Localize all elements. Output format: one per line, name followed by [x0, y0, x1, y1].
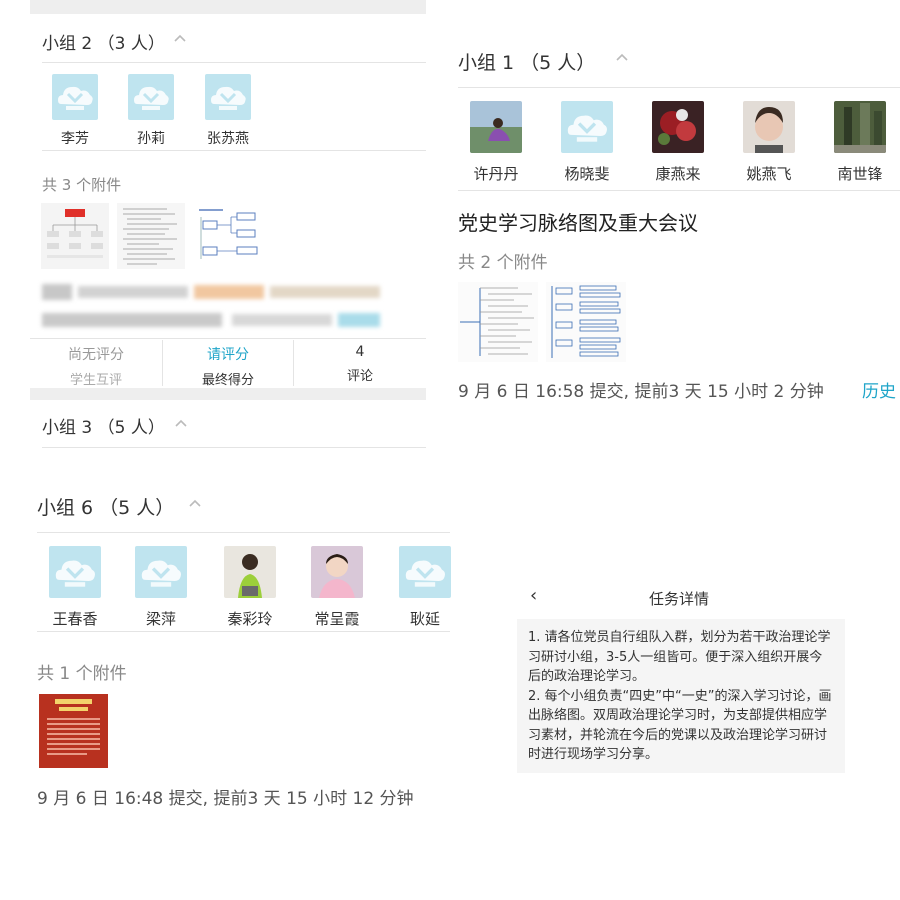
final-score-cell[interactable]: 请评分 最终得分 — [163, 344, 293, 388]
avatar-photo — [311, 546, 363, 598]
group-1-title[interactable]: 小组 1 （5 人） — [458, 48, 595, 75]
member-name: 南世锋 — [837, 165, 883, 183]
member-item[interactable]: 杨晓斐 — [557, 101, 617, 184]
member-name: 秦彩玲 — [227, 610, 273, 628]
attachment-thumbnail[interactable] — [39, 694, 108, 768]
placeholder-avatar-icon — [205, 74, 251, 120]
divider — [42, 447, 426, 448]
group-3-title[interactable]: 小组 3 （5 人） — [42, 413, 165, 438]
avatar-photo — [652, 101, 704, 153]
member-name: 孙莉 — [137, 131, 165, 147]
back-arrow-icon[interactable]: ‹ — [530, 585, 537, 606]
member-item[interactable]: 孙莉 — [126, 74, 176, 148]
divider — [458, 190, 900, 191]
placeholder-avatar-icon — [128, 74, 174, 120]
divider — [37, 532, 450, 533]
avatar-photo — [470, 101, 522, 153]
placeholder-avatar-icon — [49, 546, 101, 598]
top-divider-band — [30, 0, 426, 14]
attachment-thumbnail[interactable] — [458, 282, 538, 362]
section-divider-band — [30, 388, 426, 400]
divider — [30, 338, 426, 339]
avatar-photo — [834, 101, 886, 153]
member-item[interactable]: 李芳 — [50, 74, 100, 148]
submit-info: 9 月 6 日 16:58 提交, 提前3 天 15 小时 2 分钟 — [458, 382, 824, 402]
avatar-photo — [224, 546, 276, 598]
member-name: 杨晓斐 — [564, 165, 610, 183]
placeholder-avatar-icon — [135, 546, 187, 598]
attachment-thumbnail[interactable] — [546, 282, 626, 362]
chevron-up-icon[interactable] — [174, 33, 186, 45]
member-item[interactable]: 张苏燕 — [197, 74, 259, 148]
member-name: 常呈霞 — [314, 610, 360, 628]
peer-review-value: 尚无评分 — [68, 347, 124, 363]
assignment-title: 党史学习脉络图及重大会议 — [458, 211, 698, 235]
attachment-thumbnail[interactable] — [117, 203, 185, 269]
chevron-up-icon[interactable] — [175, 418, 187, 430]
task-detail-title: 任务详情 — [649, 590, 710, 608]
member-item[interactable]: 姚燕飞 — [739, 101, 799, 184]
comments-count: 4 — [355, 344, 365, 360]
member-name: 李芳 — [61, 131, 89, 147]
member-item[interactable]: 南世锋 — [830, 101, 890, 184]
placeholder-avatar-icon — [399, 546, 451, 598]
peer-review-cell[interactable]: 尚无评分 学生互评 — [30, 344, 162, 388]
final-score-label: 最终得分 — [201, 373, 254, 388]
comments-label: 评论 — [346, 369, 373, 384]
chevron-up-icon[interactable] — [189, 498, 201, 510]
task-description: 1. 请各位党员自行组队入群，划分为若干政治理论学习研讨小组，3-5人一组皆可。… — [517, 619, 845, 773]
member-item[interactable]: 梁萍 — [133, 546, 189, 629]
peer-review-label: 学生互评 — [69, 373, 122, 388]
member-item[interactable]: 常呈霞 — [307, 546, 367, 629]
placeholder-avatar-icon — [561, 101, 613, 153]
redacted-text — [42, 282, 380, 302]
attachments-count: 共 2 个附件 — [458, 253, 548, 273]
divider — [458, 87, 900, 88]
group-6-title[interactable]: 小组 6 （5 人） — [37, 493, 174, 520]
placeholder-avatar-icon — [52, 74, 98, 120]
comments-cell[interactable]: 4 评论 — [294, 344, 426, 384]
history-link[interactable]: 历史 — [862, 377, 896, 402]
member-name: 耿延 — [409, 610, 440, 628]
divider — [42, 62, 426, 63]
member-name: 张苏燕 — [207, 131, 249, 147]
divider — [37, 631, 450, 632]
attachments-count: 共 3 个附件 — [42, 176, 122, 194]
member-item[interactable]: 康燕来 — [648, 101, 708, 184]
avatar-photo — [743, 101, 795, 153]
member-item[interactable]: 耿延 — [399, 546, 451, 629]
member-name: 康燕来 — [655, 165, 701, 183]
member-item[interactable]: 王春香 — [45, 546, 105, 629]
member-name: 梁萍 — [145, 610, 176, 628]
submit-info: 9 月 6 日 16:48 提交, 提前3 天 15 小时 12 分钟 — [37, 789, 414, 809]
member-item[interactable]: 秦彩玲 — [218, 546, 282, 629]
redacted-text — [42, 310, 380, 330]
divider — [42, 150, 426, 151]
member-name: 姚燕飞 — [746, 165, 792, 183]
attachment-thumbnail[interactable] — [41, 203, 109, 269]
task-paragraph: 2. 每个小组负责“四史”中“一史”的深入学习讨论，画出脉络图。双周政治理论学习… — [528, 688, 832, 763]
member-item[interactable]: 许丹丹 — [466, 101, 526, 184]
task-paragraph: 1. 请各位党员自行组队入群，划分为若干政治理论学习研讨小组，3-5人一组皆可。… — [528, 630, 831, 684]
group-2-title[interactable]: 小组 2 （3 人） — [42, 29, 165, 54]
member-name: 许丹丹 — [473, 165, 519, 183]
attachment-thumbnail[interactable] — [193, 203, 261, 269]
rate-button[interactable]: 请评分 — [163, 344, 293, 364]
chevron-up-icon[interactable] — [616, 52, 628, 64]
attachments-count: 共 1 个附件 — [37, 664, 127, 684]
member-name: 王春香 — [52, 610, 98, 628]
